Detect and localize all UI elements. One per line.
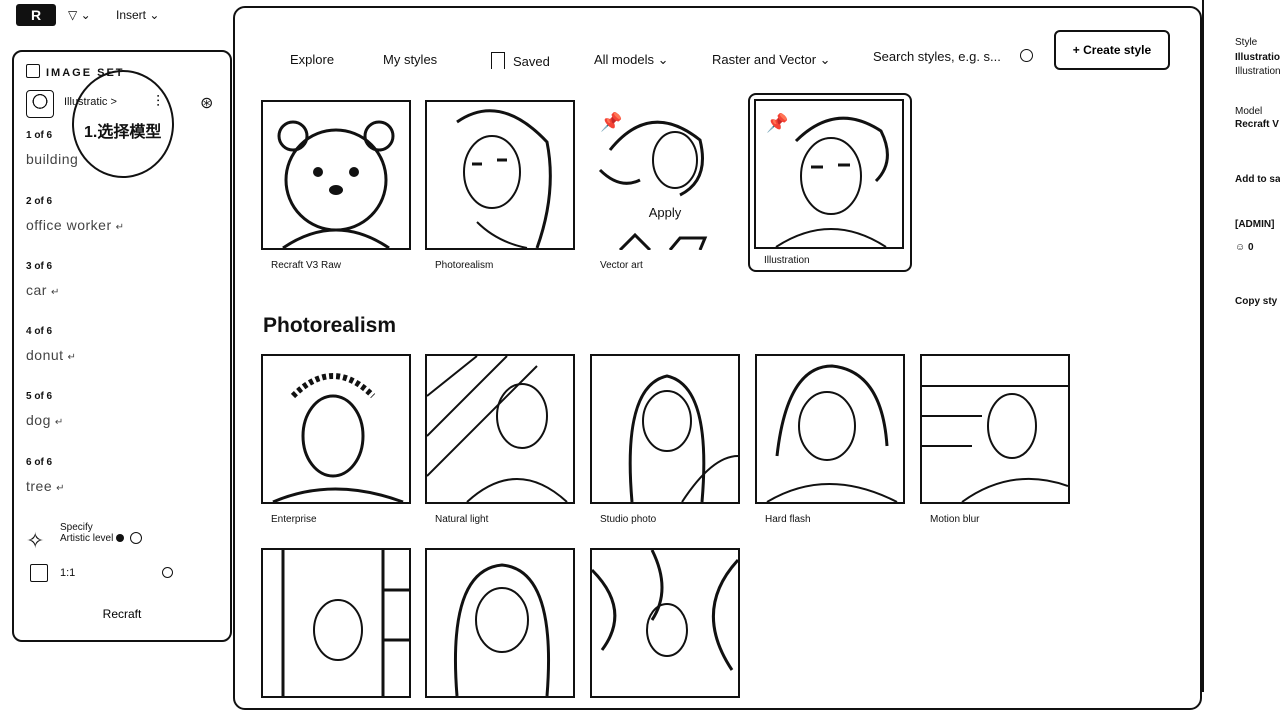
tab-explore[interactable]: Explore — [290, 52, 334, 67]
style-label: Hard flash — [765, 514, 811, 525]
aspect-ratio-value: 1:1 — [60, 567, 76, 579]
style-card-photorealism[interactable]: Photorealism — [425, 100, 575, 271]
artistic-level-label: Specify Artistic level — [60, 522, 114, 544]
style-card-natural-light[interactable]: Natural light — [425, 354, 575, 525]
add-to-saved-button[interactable]: Add to sa — [1235, 174, 1280, 185]
style-label: Motion blur — [930, 514, 980, 525]
style-label: Natural light — [435, 514, 489, 525]
studio-photo-image — [628, 374, 738, 502]
raster-vector-dropdown[interactable]: Raster and Vector ⌄ — [712, 52, 831, 68]
insert-menu[interactable]: Insert ⌄ — [116, 8, 159, 22]
style-thumbnail[interactable] — [261, 548, 411, 698]
annotation-text: 1.选择模型 — [84, 124, 162, 141]
style-thumbnail[interactable] — [590, 354, 740, 504]
enter-icon: ↵ — [115, 222, 125, 233]
window-portrait-image — [281, 550, 409, 696]
enterprise-image — [272, 373, 404, 502]
model-label-heading: Model — [1235, 106, 1263, 117]
style-card-studio-photo[interactable]: Studio photo — [590, 354, 740, 525]
admin-badge: [ADMIN] — [1235, 219, 1275, 230]
style-card-vector-art[interactable]: 📌 Apply Vector art — [590, 100, 740, 271]
style-thumbnail[interactable]: 📌 — [754, 99, 904, 249]
prompt-item-5[interactable]: 5 of 6 dog ↵ — [26, 391, 64, 428]
style-card-illustration-selected[interactable]: 📌 Illustration — [748, 93, 912, 272]
style-label: Illustration — [764, 255, 810, 266]
aspect-ratio-icon — [30, 564, 48, 582]
hard-flash-image — [766, 364, 898, 502]
select-tool-dropdown[interactable]: ▽ ⌄ — [68, 8, 91, 22]
style-label: Vector art — [600, 260, 643, 271]
woman-portrait-image — [453, 563, 551, 696]
red-panda-image — [277, 120, 395, 248]
section-title: Photorealism — [263, 314, 397, 337]
model-value: Recraft V — [1235, 119, 1279, 130]
style-card-row3-1[interactable] — [261, 548, 411, 698]
right-panel-border — [1202, 0, 1204, 692]
style-thumbnail[interactable] — [425, 354, 575, 504]
style-browser: Explore My styles Saved All models ⌄ Ras… — [233, 6, 1202, 710]
style-thumbnail[interactable]: 📌 Apply — [590, 100, 740, 252]
selected-outline: 📌 Illustration — [748, 93, 912, 272]
aspect-ratio-toggle[interactable] — [162, 567, 173, 578]
style-label: Studio photo — [600, 514, 657, 525]
smile-icon: ☺ — [1235, 242, 1246, 253]
bookmark-icon — [491, 52, 505, 69]
style-thumbnail[interactable] — [590, 548, 740, 698]
search-input[interactable]: Search styles, e.g. s... — [873, 45, 1033, 69]
enter-icon: ↵ — [50, 287, 60, 298]
style-thumbnail[interactable] — [425, 100, 575, 250]
style-card-row3-2[interactable] — [425, 548, 575, 698]
style-thumbnail[interactable] — [261, 354, 411, 504]
search-icon[interactable] — [1020, 49, 1033, 62]
tab-my-styles[interactable]: My styles — [383, 52, 437, 67]
prompt-item-1[interactable]: 1 of 6 building — [26, 130, 78, 167]
style-subvalue: Illustration — [1235, 66, 1280, 77]
style-card-hard-flash[interactable]: Hard flash — [755, 354, 905, 525]
style-value: Illustration — [1235, 52, 1280, 63]
style-card-enterprise[interactable]: Enterprise — [261, 354, 411, 525]
motion-blur-image — [922, 385, 1068, 502]
pin-icon[interactable]: 📌 — [600, 112, 622, 133]
pin-icon[interactable]: 📌 — [766, 113, 788, 134]
recraft-button[interactable]: Recraft — [14, 606, 230, 622]
style-thumbnail[interactable] — [920, 354, 1070, 504]
style-card-recraft-v3-raw[interactable]: Recraft V3 Raw — [261, 100, 411, 271]
create-style-button[interactable]: + Create style — [1054, 30, 1170, 70]
style-thumbnail[interactable] — [755, 354, 905, 504]
style-mix-icon[interactable]: ⊛ — [200, 93, 213, 113]
help-icon[interactable] — [116, 534, 124, 542]
style-card-motion-blur[interactable]: Motion blur — [920, 354, 1070, 525]
apply-button[interactable]: Apply — [590, 205, 740, 220]
style-thumbnail[interactable] — [261, 100, 411, 250]
style-label: Photorealism — [435, 260, 494, 271]
style-label: Enterprise — [271, 514, 317, 525]
likes-row[interactable]: ☺ 0 — [1235, 242, 1280, 253]
enter-icon: ↵ — [56, 483, 66, 494]
image-set-panel: IMAGE SET Illustratic > ⫶ ⊛ 1.选择模型 1 of … — [12, 50, 232, 642]
style-label: Recraft V3 Raw — [271, 260, 342, 271]
enter-icon: ↵ — [54, 417, 64, 428]
prompt-item-2[interactable]: 2 of 6 office worker ↵ — [26, 196, 125, 233]
portrait-image — [456, 109, 552, 248]
sparkle-icon: ✧ — [26, 528, 45, 553]
prompt-item-6[interactable]: 6 of 6 tree ↵ — [26, 457, 65, 494]
artistic-level-toggle[interactable] — [130, 532, 142, 544]
tab-saved[interactable]: Saved — [491, 52, 550, 69]
style-card-row3-3[interactable] — [590, 548, 740, 698]
all-models-dropdown[interactable]: All models ⌄ — [594, 52, 668, 68]
artistic-level-row: ✧ Specify Artistic level — [26, 522, 222, 558]
enter-icon: ↵ — [67, 352, 77, 363]
style-label-heading: Style — [1235, 37, 1258, 48]
style-thumbnail[interactable] — [425, 548, 575, 698]
image-set-icon — [26, 64, 40, 78]
model-avatar — [26, 90, 54, 118]
aspect-ratio-row[interactable]: 1:1 — [26, 564, 222, 586]
natural-light-image — [427, 356, 568, 502]
prompt-item-3[interactable]: 3 of 6 car ↵ — [26, 261, 60, 298]
app-logo[interactable]: R — [16, 4, 56, 26]
copy-style-button[interactable]: Copy sty — [1235, 296, 1280, 307]
foliage-portrait-image — [592, 550, 738, 671]
prompt-item-4[interactable]: 4 of 6 donut ↵ — [26, 326, 76, 363]
